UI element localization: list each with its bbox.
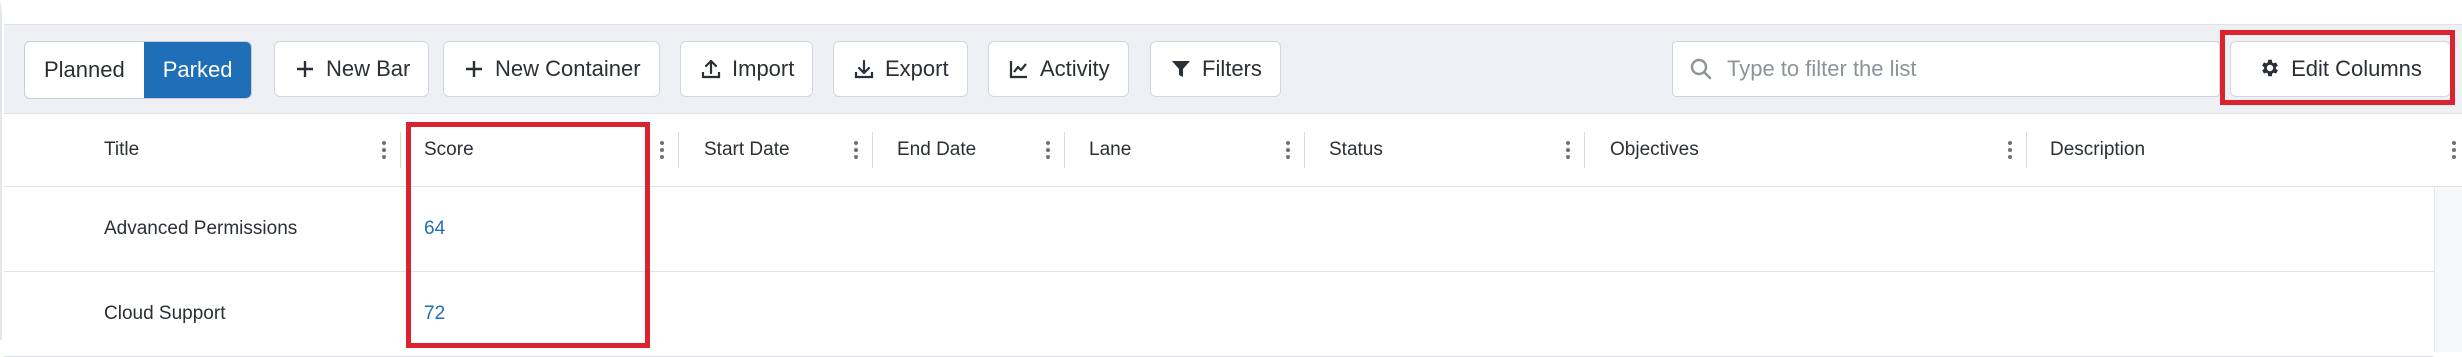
search-icon <box>1689 57 1713 81</box>
upload-icon <box>699 57 723 81</box>
status-column-menu-icon[interactable] <box>1562 136 1574 164</box>
score-link[interactable]: 72 <box>424 303 445 325</box>
list-filter-search <box>1672 41 2220 97</box>
filters-label: Filters <box>1202 56 1262 81</box>
table-row[interactable]: Cloud Support 72 <box>4 272 2434 357</box>
vertical-scrollbar[interactable] <box>2434 187 2462 352</box>
score-column-menu-icon[interactable] <box>656 136 668 164</box>
title-cell[interactable]: Cloud Support <box>104 272 225 356</box>
search-input[interactable] <box>1725 55 2209 83</box>
score-cell: 64 <box>424 187 445 271</box>
column-divider <box>1584 132 1585 168</box>
column-divider <box>1064 132 1065 168</box>
edit-columns-label: Edit Columns <box>2291 56 2422 81</box>
column-header-status[interactable]: Status <box>1329 114 1383 186</box>
toolbar: Planned Parked New Bar New Container Imp… <box>4 24 2462 114</box>
filters-button[interactable]: Filters <box>1150 41 1281 97</box>
column-divider <box>1304 132 1305 168</box>
edit-columns-button[interactable]: Edit Columns <box>2230 41 2451 97</box>
plus-icon <box>462 57 486 81</box>
score-cell: 72 <box>424 272 445 356</box>
grid-header: Title Score Start Date End Date Lane Sta… <box>4 114 2462 187</box>
objectives-column-menu-icon[interactable] <box>2004 136 2016 164</box>
lane-column-menu-icon[interactable] <box>1282 136 1294 164</box>
column-divider <box>2026 132 2027 168</box>
download-icon <box>852 57 876 81</box>
column-header-end-date[interactable]: End Date <box>897 114 976 186</box>
items-grid: Title Score Start Date End Date Lane Sta… <box>4 114 2462 357</box>
planned-toggle[interactable]: Planned <box>25 42 144 98</box>
line-chart-icon <box>1007 57 1031 81</box>
activity-label: Activity <box>1040 56 1110 81</box>
score-link[interactable]: 64 <box>424 218 445 240</box>
column-header-objectives[interactable]: Objectives <box>1610 114 1699 186</box>
new-container-label: New Container <box>495 56 641 81</box>
column-header-description[interactable]: Description <box>2050 114 2145 186</box>
column-header-lane[interactable]: Lane <box>1089 114 1131 186</box>
parked-toggle[interactable]: Parked <box>143 42 252 98</box>
funnel-icon <box>1169 57 1193 81</box>
column-divider <box>400 132 401 168</box>
table-row[interactable]: Advanced Permissions 64 <box>4 187 2434 272</box>
start-date-column-menu-icon[interactable] <box>850 136 862 164</box>
title-cell[interactable]: Advanced Permissions <box>104 187 297 271</box>
import-button[interactable]: Import <box>680 41 814 97</box>
export-label: Export <box>885 56 949 81</box>
column-divider <box>678 132 679 168</box>
view-toggle: Planned Parked <box>24 41 253 99</box>
column-header-title[interactable]: Title <box>104 114 139 186</box>
gear-icon <box>2259 57 2283 81</box>
roadmap-list-view: Planned Parked New Bar New Container Imp… <box>0 0 2462 357</box>
new-bar-label: New Bar <box>326 56 411 81</box>
import-label: Import <box>732 56 795 81</box>
title-column-menu-icon[interactable] <box>378 136 390 164</box>
column-header-score[interactable]: Score <box>424 114 474 186</box>
plus-icon <box>293 57 317 81</box>
end-date-column-menu-icon[interactable] <box>1042 136 1054 164</box>
description-column-menu-icon[interactable] <box>2448 136 2460 164</box>
activity-button[interactable]: Activity <box>988 41 1129 97</box>
export-button[interactable]: Export <box>833 41 968 97</box>
new-bar-button[interactable]: New Bar <box>274 41 430 97</box>
new-container-button[interactable]: New Container <box>443 41 660 97</box>
column-header-start-date[interactable]: Start Date <box>704 114 790 186</box>
column-divider <box>872 132 873 168</box>
